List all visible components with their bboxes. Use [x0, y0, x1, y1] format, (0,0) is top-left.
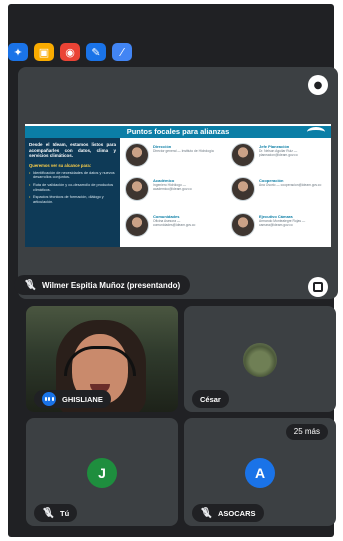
participant-name-pill: 🎙 Tú [34, 504, 78, 522]
contact-card: Dirección Director general — Instituto d… [125, 142, 225, 170]
contact-card: Jefe Planeación Dr. Nelson Aguilar Ruiz … [231, 142, 331, 170]
participant-tile-asocars[interactable]: 25 más A 🎙 ASOCARS [184, 418, 336, 526]
slide-bullet: Ruta de validación y co-desarrollo de pr… [29, 183, 116, 192]
contact-photo [231, 213, 255, 237]
chat-icon[interactable]: ✎ [86, 43, 106, 61]
slide-intro: Desde el Ideam, estamos listos para acom… [29, 142, 116, 158]
contact-card: Académico Ingeniero Hidrólogo — academic… [125, 176, 225, 204]
contact-role: Ana Osorio — cooperacion@ideam.gov.co [259, 183, 322, 187]
slide-question: Queremos ver su alcance para: [29, 162, 92, 168]
participant-tile-cesar[interactable]: César [184, 306, 336, 412]
slide-sidebar: Desde el Ideam, estamos listos para acom… [25, 138, 120, 247]
contact-card: Ejecutivo Cámara Armando Montealegre Roj… [231, 212, 331, 240]
contact-grid: Dirección Director general — Instituto d… [125, 142, 331, 247]
sparkle-icon[interactable]: ✦ [8, 43, 28, 61]
speaking-icon [42, 392, 56, 406]
effects-icon[interactable]: ⁄ [112, 43, 132, 61]
contact-role: Director general — Instituto de Hidrolog… [153, 149, 214, 153]
presenter-tile[interactable]: ● Puntos focales para alianzas Desde el … [18, 67, 338, 299]
participant-name-pill: 🎙 ASOCARS [192, 504, 264, 522]
contact-role: Oficina Asesora — comunidades@ideam.gov.… [153, 219, 196, 227]
participant-name: GHISLIANE [62, 394, 103, 404]
ideam-logo-icon [307, 127, 325, 137]
participant-name-pill: GHISLIANE [34, 390, 111, 408]
slide-bullet: Espacios técnicos de formación, diálogo … [29, 195, 116, 204]
slide-bullets: Identificación de necesidades de datos y… [29, 171, 116, 205]
record-icon[interactable]: ◉ [60, 43, 80, 61]
participant-name: Tú [60, 508, 70, 518]
slide-title: Puntos focales para alianzas [126, 127, 230, 136]
participant-tile-ghisliane[interactable]: GHISLIANE [26, 306, 178, 412]
contact-photo [231, 177, 255, 201]
fullscreen-button[interactable] [308, 277, 328, 297]
participant-tile-self[interactable]: J 🎙 Tú [26, 418, 178, 526]
contact-photo [125, 143, 149, 167]
shared-slide: Puntos focales para alianzas Desde el Id… [25, 124, 331, 247]
folder-icon[interactable]: ▣ [34, 43, 54, 61]
contact-role: Ingeniero Hidrólogo — academico@ideam.go… [153, 183, 192, 191]
contact-photo [125, 213, 149, 237]
contact-photo [231, 143, 255, 167]
presenter-name-pill: 🎙 Wilmer Espitia Muñoz (presentando) [14, 275, 191, 295]
mic-off-icon: 🎙 [42, 508, 54, 518]
participant-name: César [200, 394, 221, 404]
contact-card: Comunidades Oficina Asesora — comunidade… [125, 212, 225, 240]
meeting-toolbar: ✦ ▣ ◉ ✎ ⁄ [8, 43, 132, 61]
pin-icon[interactable]: ● [308, 75, 328, 95]
contact-card: Cooperación Ana Osorio — cooperacion@ide… [231, 176, 331, 204]
avatar: J [87, 458, 117, 488]
avatar: A [245, 458, 275, 488]
presenter-name: Wilmer Espitia Muñoz (presentando) [42, 280, 181, 290]
participant-name: ASOCARS [218, 508, 256, 518]
slide-bullet: Identificación de necesidades de datos y… [29, 171, 116, 180]
fullscreen-icon [313, 282, 323, 292]
more-participants-badge[interactable]: 25 más [285, 424, 328, 440]
avatar [243, 343, 277, 377]
contact-role: Dr. Nelson Aguilar Ruiz — planeacion@ide… [259, 149, 298, 157]
slide-header: Puntos focales para alianzas [25, 126, 331, 138]
contact-role: Armando Montealegre Rojas — camara@ideam… [259, 219, 306, 227]
contact-photo [125, 177, 149, 201]
participant-name-pill: César [192, 390, 229, 408]
mic-off-icon: 🎙 [24, 280, 36, 290]
mic-off-icon: 🎙 [200, 508, 212, 518]
